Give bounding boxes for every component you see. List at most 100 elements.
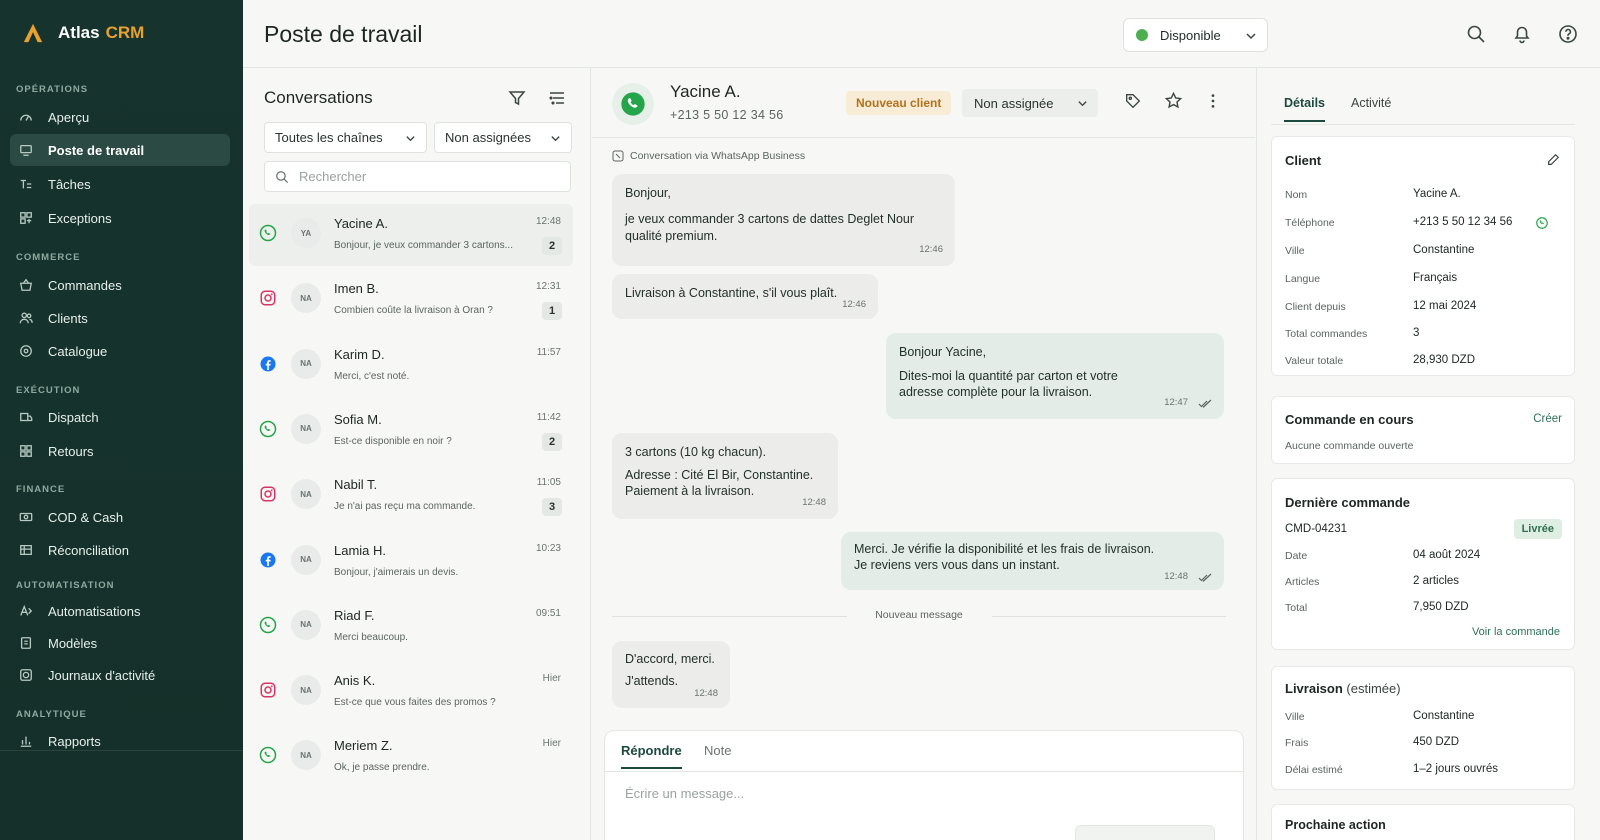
- send-button[interactable]: [1075, 825, 1215, 840]
- tabs-divider: [1271, 124, 1575, 125]
- sidebar-item-commandes[interactable]: Commandes: [10, 269, 230, 301]
- conversation-time: 11:57: [536, 346, 561, 358]
- star-icon[interactable]: [1164, 91, 1183, 110]
- status-dot: [1136, 29, 1148, 41]
- conversation-preview: Bonjour, j'aimerais un devis.: [334, 566, 459, 578]
- search-input[interactable]: [299, 169, 559, 184]
- view-order-link[interactable]: Voir la commande: [1472, 626, 1560, 638]
- unread-count-badge: 1: [542, 302, 562, 321]
- sidebar-item-cod-cash[interactable]: COD & Cash: [10, 501, 230, 533]
- sidebar-item-apercu[interactable]: Aperçu: [10, 101, 230, 133]
- sidebar-item-automatisations[interactable]: Automatisations: [10, 595, 230, 627]
- message-input[interactable]: [625, 786, 1225, 810]
- unread-count-badge: 2: [542, 237, 562, 255]
- whatsapp-icon[interactable]: [1535, 216, 1549, 230]
- sidebar-item-dispatch[interactable]: Dispatch: [10, 401, 230, 433]
- brand-accent: CRM: [105, 23, 145, 42]
- topbar: Poste de travail Disponible: [243, 0, 1600, 68]
- delivery-key: Délai estimé: [1285, 764, 1343, 776]
- basket-icon: [18, 277, 34, 293]
- gauge-icon: [18, 109, 34, 125]
- filter-icon[interactable]: [507, 88, 527, 108]
- sidebar-item-catalogue[interactable]: Catalogue: [10, 335, 230, 367]
- delivery-title-sub: (estimée): [1346, 681, 1401, 696]
- tab-activity[interactable]: Activité: [1351, 96, 1391, 122]
- message-line: 3 cartons (10 kg chacun).: [625, 445, 767, 459]
- sidebar-item-poste-de-travail[interactable]: Poste de travail: [10, 134, 230, 166]
- sidebar-item-modeles[interactable]: Modèles: [10, 627, 230, 659]
- reports-icon: [18, 733, 34, 749]
- delivery-key: Ville: [1285, 711, 1305, 723]
- reconciliation-icon: [18, 542, 34, 558]
- order-key: Date: [1285, 550, 1308, 562]
- message-time: 12:48: [1164, 569, 1212, 585]
- conversation-item[interactable]: NA Anis K. Est-ce que vous faites des prom…: [249, 661, 573, 723]
- tab-note[interactable]: Note: [704, 743, 731, 769]
- conversation-preview: Bonjour, je veux commander 3 cartons...: [334, 240, 513, 251]
- client-value: 28,930 DZD: [1413, 354, 1476, 366]
- channel-filter-select[interactable]: Toutes les chaînes: [264, 122, 427, 153]
- automation-icon: [18, 603, 34, 619]
- conversation-name: Meriem Z.: [334, 738, 393, 754]
- conversation-item[interactable]: NA Sofia M. Est-ce disponible en noir ? 11:…: [249, 400, 573, 462]
- assignment-filter-select[interactable]: Non assignées: [434, 122, 572, 153]
- conversation-item[interactable]: NA Imen B. Combien coûte la livraison à Or…: [249, 269, 573, 331]
- sidebar-item-retours[interactable]: Retours: [10, 435, 230, 467]
- conversations-title: Conversations: [264, 88, 373, 107]
- message-bubble: Livraison à Constantine, s'il vous plaît…: [612, 274, 878, 319]
- message-line: Merci. Je vérifie la disponibilité et le…: [854, 542, 1155, 556]
- sort-icon[interactable]: [547, 88, 567, 108]
- delivery-value: 450 DZD: [1413, 736, 1460, 748]
- sidebar-item-exceptions[interactable]: Exceptions: [10, 202, 230, 234]
- message-line: Je reviens vers vous dans un instant.: [854, 558, 1060, 572]
- tag-icon[interactable]: [1124, 92, 1142, 110]
- sidebar-item-label: Clients: [48, 310, 88, 326]
- delivery-key: Frais: [1285, 737, 1309, 749]
- avatar: NA: [291, 544, 321, 575]
- conversation-time: 11:42: [536, 411, 561, 423]
- assignee-select[interactable]: Non assignée: [962, 89, 1098, 117]
- conversation-item[interactable]: NA Lamia H. Bonjour, j'aimerais un devis. 1…: [249, 531, 573, 593]
- chevron-down-icon: [1246, 33, 1256, 40]
- more-vertical-icon[interactable]: [1204, 92, 1222, 110]
- sidebar-item-label: Retours: [48, 443, 94, 459]
- whatsapp-icon: [621, 92, 645, 116]
- channel-note-text: Conversation via WhatsApp Business: [630, 150, 806, 162]
- conversation-time: 09:51: [535, 607, 561, 619]
- tab-details[interactable]: Détails: [1284, 96, 1325, 122]
- conversation-item[interactable]: NA Riad F. Merci beaucoup. 09:51: [249, 596, 573, 658]
- order-value: 7,950 DZD: [1413, 601, 1469, 613]
- conversation-item[interactable]: YA Yacine A. Bonjour, je veux commander 3 …: [249, 204, 573, 266]
- sidebar-item-clients[interactable]: Clients: [10, 302, 230, 334]
- avatar: NA: [291, 740, 321, 771]
- conversation-name: Sofia M.: [334, 411, 382, 427]
- create-order-link[interactable]: Créer: [1533, 413, 1562, 425]
- message-line: adresse complète pour la livraison.: [899, 385, 1093, 399]
- conversation-preview: Est-ce que vous faites des promos ?: [334, 697, 496, 709]
- client-key: Nom: [1285, 189, 1308, 201]
- sidebar-item-reconciliation[interactable]: Réconciliation: [10, 534, 230, 566]
- message-line: J'attends.: [625, 674, 679, 688]
- sidebar-item-taches[interactable]: Tâches: [10, 168, 230, 200]
- sidebar-item-label: Poste de travail: [48, 142, 145, 158]
- brand[interactable]: Atlas CRM: [0, 0, 243, 66]
- help-icon[interactable]: [1558, 24, 1578, 44]
- sidebar-item-journaux[interactable]: Journaux d'activité: [10, 659, 230, 691]
- bell-icon[interactable]: [1512, 24, 1532, 44]
- message-time-text: 12:48: [1164, 571, 1188, 582]
- availability-select[interactable]: Disponible: [1123, 18, 1268, 52]
- double-check-icon: [1198, 573, 1212, 582]
- conversation-item[interactable]: NA Meriem Z. Ok, je passe prendre. Hier: [249, 726, 573, 788]
- edit-icon[interactable]: [1546, 153, 1560, 167]
- conversation-item[interactable]: NA Karim D. Merci, c'est noté. 11:57: [249, 335, 573, 397]
- sidebar-item-rapports[interactable]: Rapports: [10, 725, 230, 757]
- workstation-icon: [18, 142, 34, 158]
- whatsapp-icon: [259, 224, 277, 242]
- client-value: Français: [1413, 272, 1458, 284]
- sidebar-divider: [0, 750, 243, 751]
- tab-reply[interactable]: Répondre: [621, 743, 682, 769]
- conversation-item[interactable]: NA Nabil T. Je n'ai pas reçu ma commande. 1…: [249, 465, 573, 527]
- conversation-search[interactable]: [264, 161, 571, 192]
- search-icon[interactable]: [1466, 24, 1486, 44]
- conversation-time: 10:23: [535, 542, 561, 554]
